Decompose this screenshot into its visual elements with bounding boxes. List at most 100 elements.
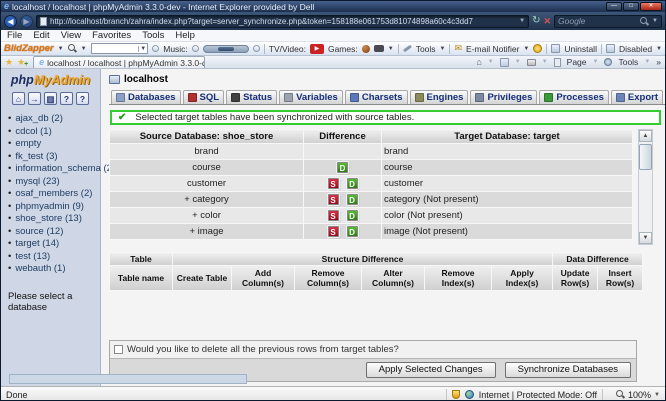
uninstall-label[interactable]: Uninstall xyxy=(564,44,597,54)
menu-file[interactable]: File xyxy=(7,30,22,41)
toolbar-search-icon[interactable] xyxy=(68,44,77,53)
phpmyadmin-logo[interactable]: phpMyAdmin xyxy=(1,73,100,87)
print-dropdown-icon[interactable]: ▼ xyxy=(542,59,548,65)
tab-privileges[interactable]: Privileges xyxy=(470,90,537,104)
tab-status[interactable]: Status xyxy=(226,90,277,104)
menu-tools[interactable]: Tools xyxy=(142,30,164,41)
email-dropdown-icon[interactable]: ▼ xyxy=(523,46,529,52)
sidebar-item-database[interactable]: mysql (23) xyxy=(8,176,98,189)
volume-up-button[interactable] xyxy=(253,45,260,52)
favorites-icon[interactable]: ★ xyxy=(5,58,13,67)
minimize-button[interactable]: — xyxy=(606,2,622,11)
youtube-icon[interactable]: ▶ xyxy=(310,44,324,54)
page-dropdown-icon[interactable]: ▼ xyxy=(593,59,599,65)
menu-help[interactable]: Help xyxy=(175,30,195,41)
volume-down-button[interactable] xyxy=(192,45,199,52)
sidebar-item-database[interactable]: information_schema (28) xyxy=(8,163,98,176)
print-icon[interactable] xyxy=(527,59,536,66)
pma-docs-icon[interactable]: ? xyxy=(60,92,73,105)
brand-dropdown-icon[interactable]: ▼ xyxy=(58,46,64,52)
tab-export[interactable]: Export xyxy=(611,90,663,104)
forward-button[interactable]: ▶ xyxy=(20,15,33,28)
feeds-dropdown-icon[interactable]: ▼ xyxy=(515,59,521,65)
tab-engines[interactable]: Engines xyxy=(410,90,469,104)
sidebar-item-database[interactable]: phpmyadmin (9) xyxy=(8,201,98,214)
back-button[interactable]: ◀ xyxy=(4,15,17,28)
sidebar-item-database[interactable]: webauth (1) xyxy=(8,263,98,276)
play-button[interactable] xyxy=(152,45,159,52)
data-diff-button[interactable]: D xyxy=(347,178,358,189)
more-commands-chevron[interactable]: » xyxy=(656,57,661,67)
page-menu-label[interactable]: Page xyxy=(567,57,587,67)
search-box[interactable]: Google ▼ xyxy=(554,15,662,28)
url-text[interactable]: http://localhost/branch/zahra/index.php?… xyxy=(50,17,516,26)
addon-tools-label[interactable]: Tools xyxy=(416,44,436,54)
close-button[interactable]: ✕ xyxy=(640,2,662,11)
feeds-icon[interactable] xyxy=(500,58,509,67)
structure-diff-button[interactable]: S xyxy=(328,194,339,205)
apply-selected-changes-button[interactable]: Apply Selected Changes xyxy=(366,362,496,378)
search-icon[interactable] xyxy=(640,17,649,26)
sql-window-icon[interactable]: ▥ xyxy=(44,92,57,105)
menu-view[interactable]: View xyxy=(61,30,81,41)
logout-icon[interactable]: → xyxy=(28,92,41,105)
sidebar-item-database[interactable]: cdcol (1) xyxy=(8,126,98,139)
refresh-icon[interactable]: ↻ xyxy=(532,16,540,26)
structure-diff-button[interactable]: S xyxy=(328,210,339,221)
disabled-label[interactable]: Disabled xyxy=(619,44,652,54)
structure-diff-button[interactable]: S xyxy=(328,178,339,189)
toolbar-search-input[interactable]: ▼ xyxy=(91,43,149,54)
add-favorite-icon[interactable]: ★ xyxy=(17,58,25,67)
sidebar-item-database[interactable]: ajax_db (2) xyxy=(8,113,98,126)
scrollbar[interactable]: ▲ ▼ xyxy=(638,129,653,245)
volume-slider[interactable] xyxy=(203,45,249,53)
email-notifier-label[interactable]: E-mail Notifier xyxy=(466,44,519,54)
scroll-down-icon[interactable]: ▼ xyxy=(639,232,652,244)
search-placeholder[interactable]: Google xyxy=(558,16,585,26)
page-menu-icon[interactable] xyxy=(554,58,561,67)
menu-edit[interactable]: Edit xyxy=(33,30,49,41)
sidebar-item-database[interactable]: target (14) xyxy=(8,238,98,251)
tools-menu-label[interactable]: Tools xyxy=(618,57,638,67)
disabled-dropdown-icon[interactable]: ▼ xyxy=(656,46,662,52)
games-dropdown-icon[interactable]: ▼ xyxy=(388,46,394,52)
menu-favorites[interactable]: Favorites xyxy=(92,30,131,41)
toolbar-search-dropdown-icon[interactable]: ▼ xyxy=(81,46,87,52)
address-dropdown-icon[interactable]: ▼ xyxy=(519,18,525,24)
data-diff-button[interactable]: D xyxy=(347,226,358,237)
scrollbar-thumb[interactable] xyxy=(639,144,652,170)
tools-dropdown-icon[interactable]: ▼ xyxy=(644,59,650,65)
sidebar-item-database[interactable]: empty xyxy=(8,138,98,151)
home-dropdown-icon[interactable]: ▼ xyxy=(488,59,494,65)
structure-diff-button[interactable]: S xyxy=(328,226,339,237)
sidebar-item-database[interactable]: test (13) xyxy=(8,251,98,264)
sidebar-item-database[interactable]: fk_test (3) xyxy=(8,151,98,164)
ball-game-icon[interactable] xyxy=(362,45,370,53)
scroll-up-icon[interactable]: ▲ xyxy=(639,130,652,142)
address-bar[interactable]: http://localhost/branch/zahra/index.php?… xyxy=(36,15,529,28)
tab-sql[interactable]: SQL xyxy=(183,90,225,104)
addon-tools-dropdown-icon[interactable]: ▼ xyxy=(440,46,446,52)
data-diff-button[interactable]: D xyxy=(347,194,358,205)
tab-variables[interactable]: Variables xyxy=(279,90,343,104)
sidebar-item-database[interactable]: osaf_members (2) xyxy=(8,188,98,201)
zoom-dropdown-icon[interactable]: ▼ xyxy=(654,392,660,398)
sidebar-item-database[interactable]: source (12) xyxy=(8,226,98,239)
data-diff-button[interactable]: D xyxy=(347,210,358,221)
stop-icon[interactable]: ✕ xyxy=(543,16,551,27)
search-dropdown-icon[interactable]: ▼ xyxy=(652,18,658,24)
mysql-docs-icon[interactable]: ? xyxy=(76,92,89,105)
gamepad-icon[interactable] xyxy=(374,45,384,52)
tools-menu-icon[interactable] xyxy=(604,58,612,66)
delete-rows-checkbox[interactable] xyxy=(114,345,123,354)
synchronize-databases-button[interactable]: Synchronize Databases xyxy=(505,362,631,378)
browser-tab[interactable]: e localhost / localhost | phpMyAdmin 3.3… xyxy=(33,56,205,68)
tab-databases[interactable]: Databases xyxy=(111,90,181,104)
volume-slider-thumb[interactable] xyxy=(218,47,234,51)
home-icon[interactable]: ⌂ xyxy=(12,92,25,105)
tab-charsets[interactable]: Charsets xyxy=(345,90,408,104)
data-diff-button[interactable]: D xyxy=(337,162,348,173)
maximize-button[interactable]: □ xyxy=(623,2,639,11)
combo-dropdown-icon[interactable]: ▼ xyxy=(138,46,147,52)
tab-title[interactable]: localhost / localhost | phpMyAdmin 3.3.0… xyxy=(47,58,205,68)
